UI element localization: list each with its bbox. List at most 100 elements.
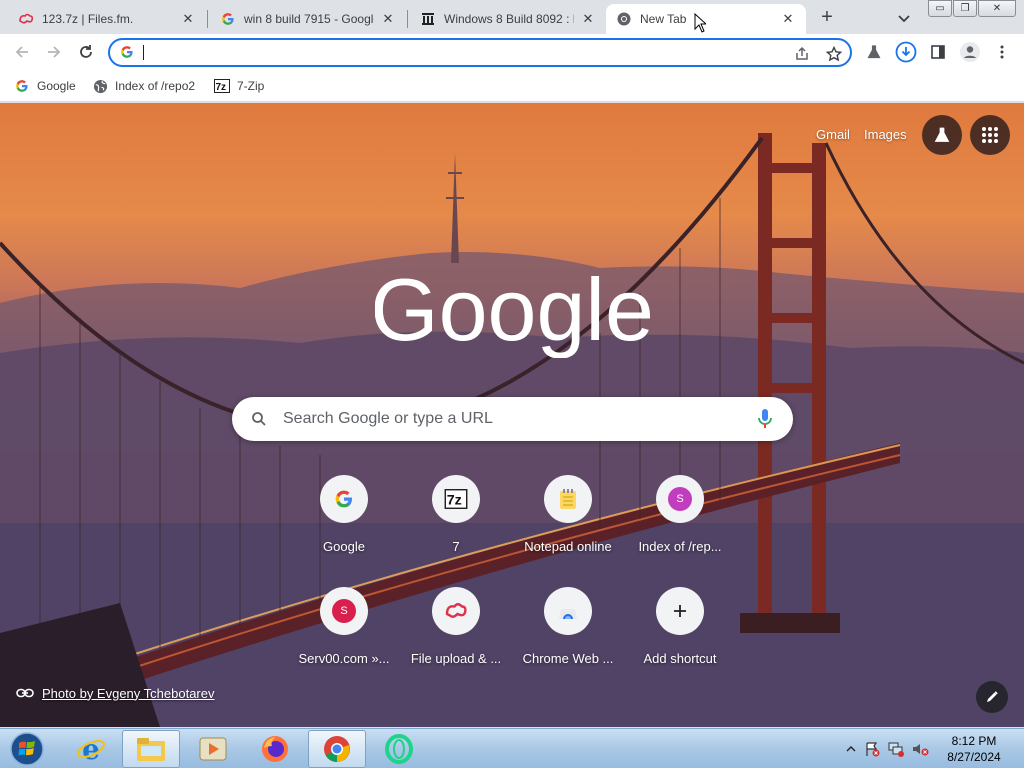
shortcut-7[interactable]: 7z 7 bbox=[400, 471, 512, 571]
7zip-icon: 7z bbox=[214, 78, 230, 94]
clock-time: 8:12 PM bbox=[951, 734, 997, 748]
customize-chrome-button[interactable] bbox=[976, 681, 1008, 713]
shortcut-label: Add shortcut bbox=[643, 651, 717, 666]
forward-button[interactable] bbox=[42, 40, 66, 64]
svg-text:Google: Google bbox=[375, 260, 650, 358]
close-window-button[interactable]: ✕ bbox=[978, 0, 1016, 17]
opera-taskbar-button[interactable] bbox=[370, 730, 428, 768]
system-tray bbox=[842, 731, 932, 767]
photo-attribution-link[interactable]: Photo by Evgeny Tchebotarev bbox=[16, 681, 215, 705]
shortcut-label: Google bbox=[323, 539, 365, 554]
ntp-search-input[interactable] bbox=[283, 408, 743, 430]
archive-icon bbox=[420, 11, 436, 27]
profile-avatar-icon[interactable] bbox=[959, 41, 981, 63]
start-button[interactable] bbox=[4, 730, 50, 768]
apps-grid-icon bbox=[982, 127, 998, 143]
action-center-flag-icon[interactable] bbox=[860, 741, 884, 757]
tab-search-chevron-icon[interactable] bbox=[894, 8, 914, 28]
address-input[interactable] bbox=[142, 43, 762, 62]
shortcut-label: Chrome Web ... bbox=[522, 651, 614, 666]
forward-arrow-icon bbox=[48, 46, 61, 58]
labs-button[interactable] bbox=[922, 115, 962, 155]
chrome-icon bbox=[616, 11, 632, 27]
tab-strip: 123.7z | Files.fm. ✕ win 8 build 7915 - … bbox=[0, 0, 1024, 34]
media-player-taskbar-button[interactable] bbox=[184, 730, 242, 768]
gmail-link[interactable]: Gmail bbox=[816, 127, 850, 142]
tab-title: Windows 8 Build 8092 : N bbox=[444, 12, 574, 26]
show-hidden-icons-chevron-icon[interactable] bbox=[842, 745, 860, 753]
shortcut-label: Serv00.com »... bbox=[298, 651, 390, 666]
link-icon bbox=[16, 688, 34, 698]
windows-start-orb-icon bbox=[10, 732, 44, 766]
pencil-icon bbox=[987, 691, 998, 702]
voice-search-mic-icon[interactable] bbox=[757, 408, 773, 433]
reload-button[interactable] bbox=[74, 40, 98, 64]
tab-divider bbox=[407, 10, 408, 28]
bookmark-label: 7-Zip bbox=[237, 79, 265, 93]
download-icon[interactable] bbox=[895, 41, 917, 63]
tab-google-search[interactable]: win 8 build 7915 - Google ✕ bbox=[210, 4, 406, 34]
file-explorer-taskbar-button[interactable] bbox=[122, 730, 180, 768]
tab-close-button[interactable]: ✕ bbox=[580, 11, 596, 27]
tab-new-tab[interactable]: New Tab ✕ bbox=[606, 4, 806, 34]
internet-explorer-taskbar-button[interactable]: e bbox=[62, 730, 120, 768]
ntp-search-box[interactable] bbox=[232, 397, 793, 441]
letter-icon: S bbox=[320, 587, 368, 635]
address-bar[interactable] bbox=[108, 38, 852, 67]
text-caret bbox=[143, 45, 144, 60]
google-icon bbox=[14, 78, 30, 94]
window-controls: ▭ ❐ ✕ bbox=[928, 0, 1017, 17]
letter-icon: S bbox=[656, 475, 704, 523]
tab-close-button[interactable]: ✕ bbox=[180, 11, 196, 27]
shortcut-notepad-online[interactable]: Notepad online bbox=[512, 471, 624, 571]
add-shortcut-button[interactable]: Add shortcut bbox=[624, 583, 736, 683]
maximize-button[interactable]: ❐ bbox=[953, 0, 977, 17]
shortcut-index-of-repo[interactable]: S Index of /rep... bbox=[624, 471, 736, 571]
shortcut-serv00[interactable]: S Serv00.com »... bbox=[288, 583, 400, 683]
tab-close-button[interactable]: ✕ bbox=[380, 11, 396, 27]
shortcut-label: Index of /rep... bbox=[638, 539, 722, 554]
tab-archive[interactable]: Windows 8 Build 8092 : N ✕ bbox=[410, 4, 606, 34]
tab-filesfm[interactable]: 123.7z | Files.fm. ✕ bbox=[8, 4, 206, 34]
google-icon bbox=[320, 475, 368, 523]
svg-text:7z: 7z bbox=[447, 493, 462, 509]
bookmark-star-icon[interactable] bbox=[825, 45, 843, 63]
shortcut-file-upload[interactable]: File upload & ... bbox=[400, 583, 512, 683]
firefox-icon bbox=[262, 736, 288, 762]
taskbar-clock[interactable]: 8:12 PM 8/27/2024 bbox=[936, 733, 1012, 765]
firefox-taskbar-button[interactable] bbox=[246, 730, 304, 768]
opera-icon bbox=[385, 734, 413, 764]
minimize-button[interactable]: ▭ bbox=[928, 0, 952, 17]
labs-flask-icon bbox=[934, 127, 950, 142]
filesfm-icon bbox=[18, 11, 34, 27]
plus-icon bbox=[656, 587, 704, 635]
bookmark-label: Index of /repo2 bbox=[115, 79, 196, 93]
new-tab-button[interactable]: + bbox=[814, 6, 840, 30]
bookmark-7zip[interactable]: 7z 7-Zip bbox=[214, 76, 264, 96]
7zip-icon: 7z bbox=[432, 475, 480, 523]
bookmark-google[interactable]: Google bbox=[14, 76, 76, 96]
images-link[interactable]: Images bbox=[864, 127, 907, 142]
network-icon[interactable] bbox=[884, 741, 908, 757]
google-apps-button[interactable] bbox=[970, 115, 1010, 155]
bookmark-index-repo2[interactable]: Index of /repo2 bbox=[92, 76, 195, 96]
more-menu-icon[interactable] bbox=[991, 41, 1013, 63]
google-icon bbox=[220, 11, 236, 27]
shortcut-chrome-web-store[interactable]: Chrome Web ... bbox=[512, 583, 624, 683]
attribution-text: Photo by Evgeny Tchebotarev bbox=[42, 685, 215, 701]
share-icon[interactable] bbox=[793, 45, 811, 63]
volume-muted-icon[interactable] bbox=[908, 741, 932, 757]
filesfm-icon bbox=[432, 587, 480, 635]
tab-close-button[interactable]: ✕ bbox=[780, 11, 796, 27]
chrome-taskbar-button[interactable] bbox=[308, 730, 366, 768]
side-panel-icon[interactable] bbox=[927, 41, 949, 63]
svg-text:7z: 7z bbox=[216, 82, 227, 93]
windows-taskbar: e 8:12 PM 8/27/2024 bbox=[0, 728, 1024, 768]
shortcut-label: Notepad online bbox=[524, 539, 612, 554]
back-button[interactable] bbox=[10, 40, 34, 64]
back-arrow-icon bbox=[15, 46, 28, 58]
reload-icon bbox=[80, 45, 92, 58]
shortcut-google[interactable]: Google bbox=[288, 471, 400, 571]
google-icon bbox=[120, 45, 134, 62]
labs-flask-icon[interactable] bbox=[863, 41, 885, 63]
